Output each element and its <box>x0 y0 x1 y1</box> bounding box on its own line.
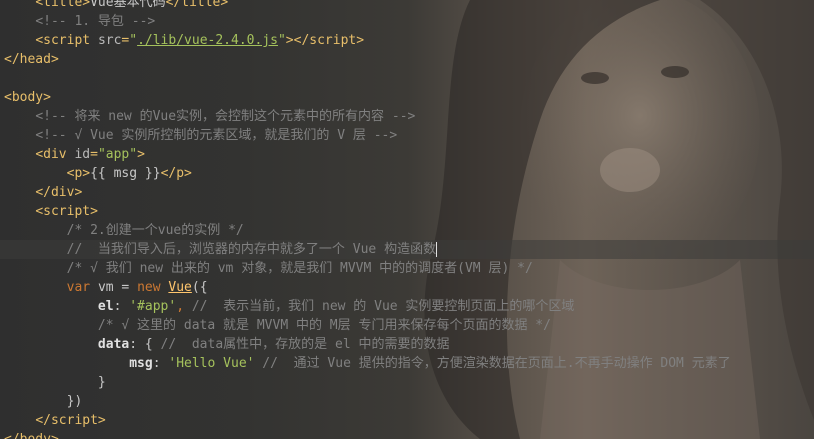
el-value: '#app' <box>129 299 177 314</box>
code-line-12: <script> <box>35 204 98 219</box>
code-line-18: /* √ 这里的 data 就是 MVVM 中的 M层 专门用来保存每个页面的数… <box>0 316 814 335</box>
code-line-2: <!-- 1. 导包 --> <box>0 12 814 31</box>
code-line-17: el: '#app', // 表示当前，我们 new 的 Vue 实例要控制页面… <box>97 299 575 314</box>
code-line-3: <script src="./lib/vue-2.4.0.js"></scrip… <box>35 33 365 48</box>
code-line-1: <title>Vue基本代码</title> <box>0 0 814 12</box>
code-line-8: <!-- √ Vue 实例所控制的元素区域，就是我们的 V 层 --> <box>0 126 814 145</box>
comment-data-m: /* √ 这里的 data 就是 MVVM 中的 M层 专门用来保存每个页面的数… <box>97 318 551 333</box>
vue-constructor[interactable]: Vue <box>168 280 191 295</box>
script-src-link[interactable]: ./lib/vue-2.4.0.js <box>137 33 278 48</box>
comment-el: // 表示当前，我们 new 的 Vue 实例要控制页面上的哪个区域 <box>191 299 575 314</box>
code-line-6: <body> <box>4 90 51 105</box>
code-line-14-current: // 当我们导入后，浏览器的内存中就多了一个 Vue 构造函数 <box>0 240 814 259</box>
text-caret <box>436 242 438 257</box>
msg-key: msg <box>129 356 153 371</box>
code-line-4: </head> <box>4 52 59 67</box>
comment-constructor: // 当我们导入后，浏览器的内存中就多了一个 Vue 构造函数 <box>66 242 437 257</box>
msg-value: 'Hello Vue' <box>168 356 255 371</box>
div-id-value: "app" <box>97 147 138 162</box>
comment-vm: /* √ 我们 new 出来的 vm 对象，就是我们 MVVM 中的的调度者(V… <box>66 261 533 276</box>
code-editor[interactable]: <title>Vue基本代码</title> <!-- 1. 导包 --> <s… <box>0 0 814 439</box>
code-line-11: </div> <box>35 185 83 200</box>
code-lines: <title>Vue基本代码</title> <!-- 1. 导包 --> <s… <box>0 0 814 439</box>
code-line-24: </body> <box>0 430 814 439</box>
comment-instance: <!-- 将来 new 的Vue实例，会控制这个元素中的所有内容 --> <box>35 109 416 124</box>
comment-v-layer: <!-- √ Vue 实例所控制的元素区域，就是我们的 V 层 --> <box>35 128 398 143</box>
code-line-19: data: { // data属性中，存放的是 el 中的需要的数据 <box>97 337 450 352</box>
code-line-22: }) <box>66 394 83 409</box>
code-line-9: <div id="app"> <box>35 147 145 162</box>
comment-create: /* 2.创建一个vue的实例 */ <box>66 223 244 238</box>
code-line-16: var vm = new Vue({ <box>66 280 208 295</box>
comment-import: <!-- 1. 导包 --> <box>35 14 156 29</box>
data-key: data <box>97 337 130 352</box>
template-expression: {{ msg }} <box>90 166 161 181</box>
code-line-13: /* 2.创建一个vue的实例 */ <box>0 221 814 240</box>
code-line-10: <p>{{ msg }}</p> <box>66 166 192 181</box>
code-line-23: </script> <box>35 413 106 428</box>
new-keyword: new <box>137 280 161 295</box>
comment-data-attr: // data属性中，存放的是 el 中的需要的数据 <box>160 337 450 352</box>
code-line-21: } <box>97 375 106 390</box>
code-line-20: msg: 'Hello Vue' // 通过 Vue 提供的指令，方便渲染数据在… <box>129 356 731 371</box>
var-keyword: var <box>66 280 91 295</box>
title-text: Vue基本代码 <box>90 0 166 10</box>
el-key: el <box>97 299 114 314</box>
code-line-7: <!-- 将来 new 的Vue实例，会控制这个元素中的所有内容 --> <box>0 107 814 126</box>
code-line-15: /* √ 我们 new 出来的 vm 对象，就是我们 MVVM 中的的调度者(V… <box>0 259 814 278</box>
vm-identifier: vm <box>97 280 114 295</box>
comment-msg: // 通过 Vue 提供的指令，方便渲染数据在页面上.不再手动操作 DOM 元素… <box>262 356 731 371</box>
